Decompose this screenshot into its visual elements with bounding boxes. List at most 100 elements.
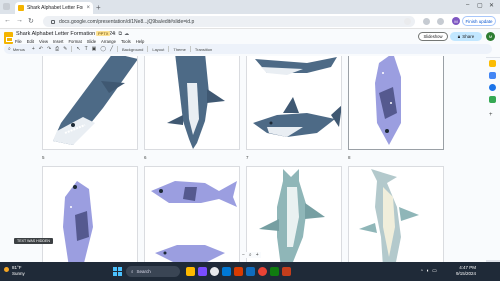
print-icon[interactable]: ⎙ [55,46,59,52]
taskbar-search-placeholder: Search [136,269,151,274]
site-info-icon[interactable] [51,19,55,24]
browser-toolbar: ← → ↻ docs.google.com/presentation/d/1Ne… [0,14,500,29]
file-type-badge: PPTX [96,31,111,36]
google-slides-logo-icon[interactable] [4,32,13,44]
editor-toolbar: ⌕ Menus + ↶ ↷ ⎙ ✎ ↖ T ▣ ◯ ╱ Background L… [4,44,492,54]
contacts-icon[interactable] [489,84,496,91]
toolbar-divider [189,46,191,52]
zoom-icon[interactable]: ⌕ [249,252,252,258]
select-icon[interactable]: ↖ [76,46,80,52]
slide-grid-view[interactable]: 5 6 7 8 [0,56,486,262]
toolbar-divider [147,46,149,52]
slide-number: 6 [144,155,147,160]
background-button[interactable]: Background [122,47,143,52]
minimize-icon[interactable]: – [466,2,469,8]
cloud-status-icon[interactable]: ☁ [124,31,131,37]
close-tab-icon[interactable]: × [86,5,90,11]
zoom-controls: − ⌕ + [240,252,261,258]
theme-button[interactable]: Theme [173,47,185,52]
system-tray[interactable]: ◔◖▭ [420,268,440,274]
weather-condition: Sunny [12,270,25,276]
slide-thumbnail[interactable] [246,166,342,262]
search-icon: ⌕ [131,269,134,274]
file-explorer-icon[interactable] [186,267,195,276]
taskbar-clock[interactable]: 4:47 PM 9/15/2024 [456,265,476,277]
weather-sun-icon[interactable] [4,267,9,272]
tab-title: Shark Alphabet Letter Formatio [27,5,83,11]
bookmark-star-icon[interactable] [404,18,411,25]
shark-vertical-image [167,56,225,149]
browser-tab[interactable]: Shark Alphabet Letter Formatio × [15,2,93,14]
maps-icon[interactable] [489,96,496,103]
keep-icon[interactable] [489,60,496,67]
fish-pair-image [151,181,237,262]
add-ons-icon[interactable]: + [489,112,496,119]
tasks-icon[interactable] [489,72,496,79]
slide-thumbnail[interactable] [144,56,240,150]
tab-list-icon[interactable] [3,3,10,10]
edge-icon[interactable] [222,267,231,276]
title-actions: ☆⧉☁ [112,31,131,37]
forward-icon[interactable]: → [16,17,23,24]
undo-icon[interactable]: ↶ [39,46,43,52]
side-panel-rail: + [486,58,500,260]
toolbar-divider [71,46,73,52]
weather-widget[interactable]: 81°F Sunny [12,265,25,276]
slide-thumbnail-selected[interactable] [348,56,444,150]
toolbar-divider [117,46,118,52]
app-icon[interactable] [258,267,267,276]
downloads-icon[interactable] [437,18,444,25]
reload-icon[interactable]: ↻ [28,17,34,25]
share-button[interactable]: 🔒︎ Share [450,32,482,41]
layout-button[interactable]: Layout [152,47,164,52]
battery-icon[interactable]: ▭ [432,268,440,274]
slide-thumbnail[interactable] [348,166,444,262]
url-text: docs.google.com/presentation/d/1Ne8...jQ… [59,18,195,25]
new-tab-icon[interactable]: + [96,3,101,12]
extensions-icon[interactable] [423,18,430,25]
text-box-icon[interactable]: T [85,46,88,52]
slides-favicon-icon [18,5,24,11]
slideshow-button[interactable]: Slideshow [418,32,448,41]
powerpoint-icon[interactable] [282,267,291,276]
slide-number: 7 [246,155,249,160]
outlook-icon[interactable] [246,267,255,276]
redo-icon[interactable]: ↷ [47,46,51,52]
toolbar-divider [168,46,170,52]
image-icon[interactable]: ▣ [92,46,97,52]
back-icon[interactable]: ← [4,17,11,24]
excel-icon[interactable] [270,267,279,276]
hidden-text-tooltip: TEXT WAS HIDDEN [14,238,53,244]
slide-thumbnail[interactable] [144,166,240,262]
paint-format-icon[interactable]: ✎ [63,46,67,52]
slide-thumbnail[interactable] [246,56,342,150]
shape-icon[interactable]: ◯ [100,46,106,52]
office-icon[interactable] [234,267,243,276]
slide-thumbnail[interactable] [42,166,138,262]
zoom-out-icon[interactable]: − [242,252,245,258]
line-icon[interactable]: ╱ [110,46,113,52]
windows-start-icon[interactable] [113,267,122,276]
purple-fish-image [63,181,93,262]
close-window-icon[interactable]: ✕ [489,2,494,9]
menus-search[interactable]: ⌕ Menus [8,46,28,52]
new-slide-icon[interactable]: + [32,46,35,52]
transition-button[interactable]: Transition [195,47,212,52]
finish-update-button[interactable]: Finish update [462,16,496,26]
chrome-profile-avatar[interactable]: M [452,17,460,25]
share-label: Share [462,34,475,39]
search-icon: ⌕ [8,46,11,52]
hammerhead-shark-image [359,169,419,262]
address-bar[interactable]: docs.google.com/presentation/d/1Ne8...jQ… [43,16,415,27]
chrome-taskbar-icon[interactable] [210,267,219,276]
two-sharks-image [253,57,341,137]
teams-icon[interactable] [198,267,207,276]
lock-icon: 🔒︎ [457,34,461,39]
taskbar-search[interactable]: ⌕ Search [126,266,180,277]
shark-diagonal-image [53,56,137,145]
slide-thumbnail[interactable] [42,56,138,150]
maximize-icon[interactable]: ▢ [477,2,483,9]
windows-taskbar: 81°F Sunny ⌕ Search ◔◖▭ 4:47 PM 9/15/202… [0,262,500,281]
user-avatar[interactable]: M [486,32,495,41]
zoom-in-icon[interactable]: + [256,252,259,258]
